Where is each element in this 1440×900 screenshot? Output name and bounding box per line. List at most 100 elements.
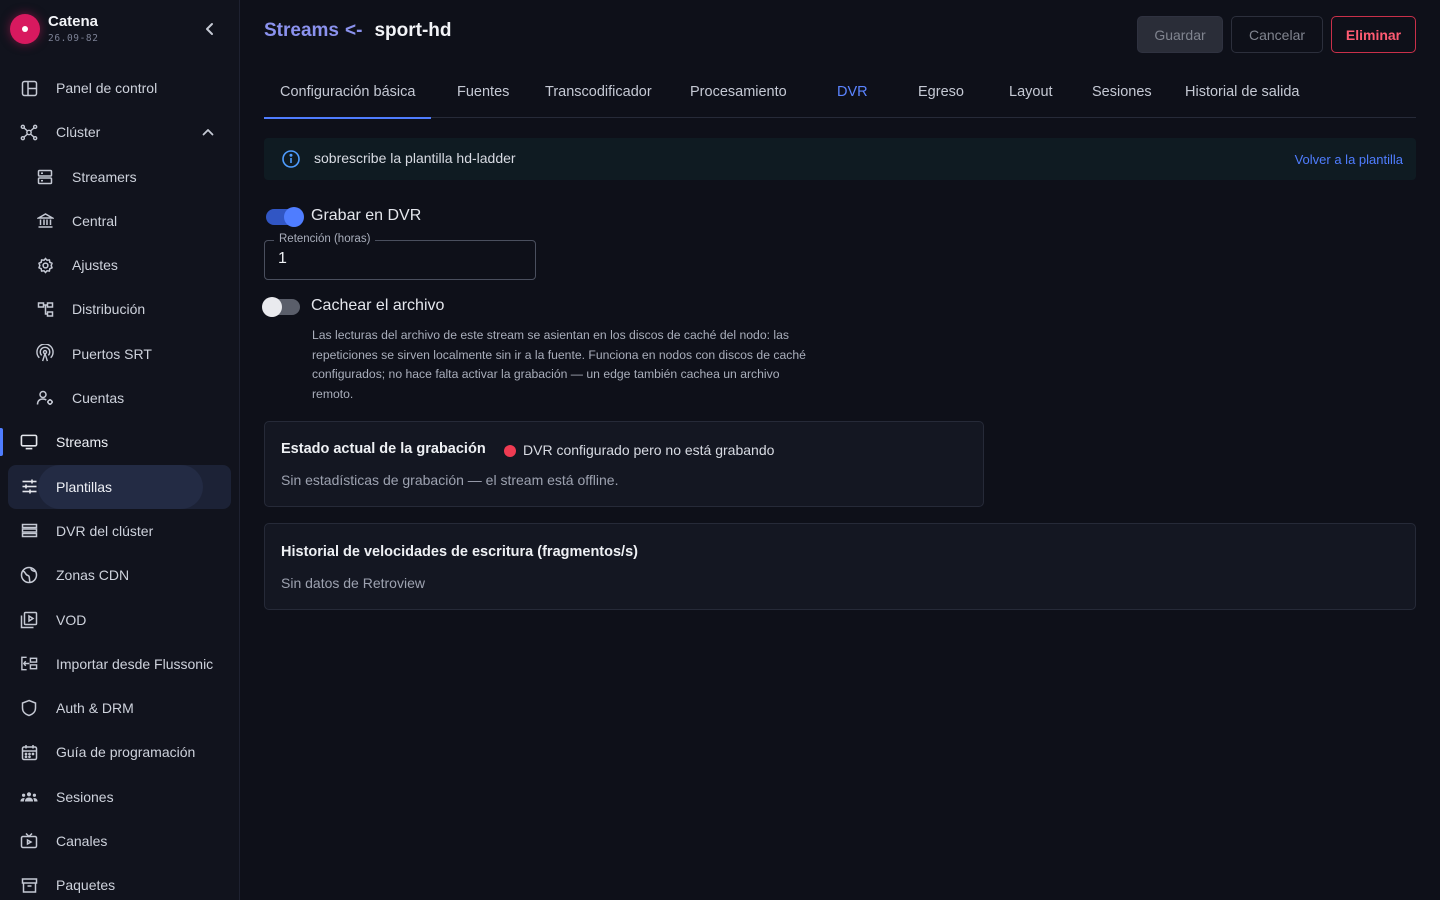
sidebar-item-cdn-zones[interactable]: Zonas CDN	[0, 553, 239, 597]
selection-highlight	[8, 464, 231, 509]
save-button[interactable]: Guardar	[1137, 16, 1223, 53]
retention-input[interactable]	[278, 250, 518, 268]
sidebar: Catena 26.09-82 Panel de control Clúster…	[0, 0, 240, 900]
sidebar-item-label: Ajustes	[72, 257, 118, 274]
sidebar-item-packages[interactable]: Paquetes	[0, 863, 239, 900]
page-title: sport-hd	[374, 20, 452, 41]
sidebar-item-label: Streams	[56, 434, 109, 451]
cache-archive-toggle[interactable]	[262, 297, 300, 317]
sliders-icon	[20, 478, 38, 496]
recording-status-card: Estado actual de la grabación DVR config…	[264, 421, 984, 507]
tab-dvr[interactable]: DVR	[837, 84, 868, 118]
recording-status-text: DVR configurado pero no está grabando	[523, 442, 775, 458]
sidebar-item-label: VOD	[56, 611, 87, 628]
sidebar-item-label: Central	[72, 212, 118, 229]
sidebar-item-cluster-dvr[interactable]: DVR del clúster	[0, 509, 239, 553]
record-dvr-label: Grabar en DVR	[311, 207, 422, 224]
tab-processing[interactable]: Procesamiento	[690, 84, 787, 118]
tab-sources[interactable]: Fuentes	[457, 84, 509, 118]
cancel-button[interactable]: Cancelar	[1231, 16, 1323, 53]
breadcrumb-separator: <-	[345, 20, 363, 41]
video-library-icon	[20, 611, 38, 629]
tab-output-history[interactable]: Historial de salida	[1185, 84, 1299, 118]
sidebar-item-label: Panel de control	[56, 80, 158, 96]
tab-sessions[interactable]: Sesiones	[1092, 84, 1152, 118]
list-icon	[20, 522, 38, 540]
recording-status-detail: Sin estadísticas de grabación — el strea…	[281, 472, 619, 488]
chevron-left-icon	[206, 23, 213, 35]
tab-layout[interactable]: Layout	[1009, 84, 1053, 118]
retention-field[interactable]: Retención (horas)	[264, 233, 536, 280]
sidebar-item-distribution[interactable]: Distribución	[0, 287, 239, 331]
info-icon	[282, 150, 300, 168]
globe-icon	[20, 566, 38, 584]
tab-transcoder[interactable]: Transcodificador	[545, 84, 652, 118]
gear-icon	[36, 256, 54, 274]
tab-bar: Configuración básica Fuentes Transcodifi…	[263, 72, 1416, 119]
sidebar-item-dashboard[interactable]: Panel de control	[0, 66, 239, 110]
sidebar-nav: Panel de control Clúster Streamers Centr…	[0, 66, 239, 900]
collapse-sidebar-button[interactable]	[198, 17, 222, 41]
sidebar-item-streams[interactable]: Streams	[0, 420, 239, 464]
archive-icon	[20, 876, 38, 894]
write-speed-history-card: Historial de velocidades de escritura (f…	[264, 523, 1416, 610]
cache-archive-help: Las lecturas del archivo de este stream …	[312, 328, 806, 401]
server-icon	[36, 168, 54, 186]
tab-egress[interactable]: Egreso	[918, 84, 964, 118]
monitor-icon	[20, 433, 38, 451]
sidebar-item-label: Plantillas	[56, 478, 113, 495]
sidebar-item-label: Zonas CDN	[56, 567, 130, 584]
sidebar-item-srt-ports[interactable]: Puertos SRT	[0, 332, 239, 376]
write-speed-history-detail: Sin datos de Retroview	[281, 575, 425, 591]
people-icon	[20, 788, 38, 806]
sidebar-item-settings[interactable]: Ajustes	[0, 243, 239, 287]
sidebar-item-sessions[interactable]: Sesiones	[0, 775, 239, 819]
sidebar-item-channels[interactable]: Canales	[0, 819, 239, 863]
sidebar-item-label: Distribución	[72, 301, 146, 318]
main-content: Streams <- sport-hd Guardar Cancelar Eli…	[262, 0, 1416, 900]
cluster-icon	[20, 123, 38, 141]
accounts-icon	[36, 389, 54, 407]
banner-text: sobrescribe la plantilla hd-ladder	[314, 150, 516, 166]
tab-basic-config[interactable]: Configuración básica	[263, 84, 432, 119]
record-dvr-toggle[interactable]	[266, 207, 304, 227]
sidebar-item-streamers[interactable]: Streamers	[0, 155, 239, 199]
status-dot-icon	[504, 445, 516, 457]
recording-status-title: Estado actual de la grabación	[281, 441, 486, 457]
sidebar-item-central[interactable]: Central	[0, 199, 239, 243]
sidebar-item-auth-drm[interactable]: Auth & DRM	[0, 686, 239, 730]
toggle-knob	[262, 297, 282, 317]
breadcrumb-streams[interactable]: Streams	[264, 20, 339, 42]
brand-name: Catena	[48, 13, 99, 30]
sidebar-item-label: Auth & DRM	[56, 700, 134, 717]
import-icon	[20, 655, 38, 673]
sidebar-item-label: Clúster	[56, 124, 101, 141]
sidebar-item-cluster[interactable]: Clúster	[0, 110, 239, 154]
bank-icon	[36, 212, 54, 230]
antenna-icon	[36, 344, 54, 363]
sidebar-item-templates[interactable]: Plantillas	[0, 464, 239, 509]
sidebar-item-label: Guía de programación	[56, 744, 196, 761]
delete-button[interactable]: Eliminar	[1331, 16, 1416, 53]
brand: Catena 26.09-82	[10, 12, 230, 48]
catena-logo-icon	[10, 14, 40, 44]
sidebar-item-label: Importar desde Flussonic	[56, 655, 214, 672]
write-speed-history-title: Historial de velocidades de escritura (f…	[281, 544, 638, 560]
tv-icon	[20, 832, 38, 850]
brand-version: 26.09-82	[48, 33, 99, 44]
sidebar-item-program-guide[interactable]: Guía de programación	[0, 730, 239, 774]
sidebar-item-label: Puertos SRT	[72, 345, 152, 362]
sidebar-item-label: Sesiones	[56, 788, 114, 805]
sidebar-item-label: Cuentas	[72, 390, 125, 407]
cache-archive-label: Cachear el archivo	[311, 297, 445, 314]
toggle-knob	[284, 207, 304, 227]
chevron-up-icon	[202, 129, 214, 136]
calendar-icon	[20, 743, 38, 761]
sidebar-item-import-flussonic[interactable]: Importar desde Flussonic	[0, 642, 239, 686]
dashboard-icon	[20, 79, 38, 97]
sidebar-item-vod[interactable]: VOD	[0, 598, 239, 642]
distribution-icon	[36, 300, 54, 318]
retention-label: Retención (horas)	[274, 233, 376, 245]
back-to-template-link[interactable]: Volver a la plantilla	[1295, 152, 1403, 167]
sidebar-item-accounts[interactable]: Cuentas	[0, 376, 239, 420]
